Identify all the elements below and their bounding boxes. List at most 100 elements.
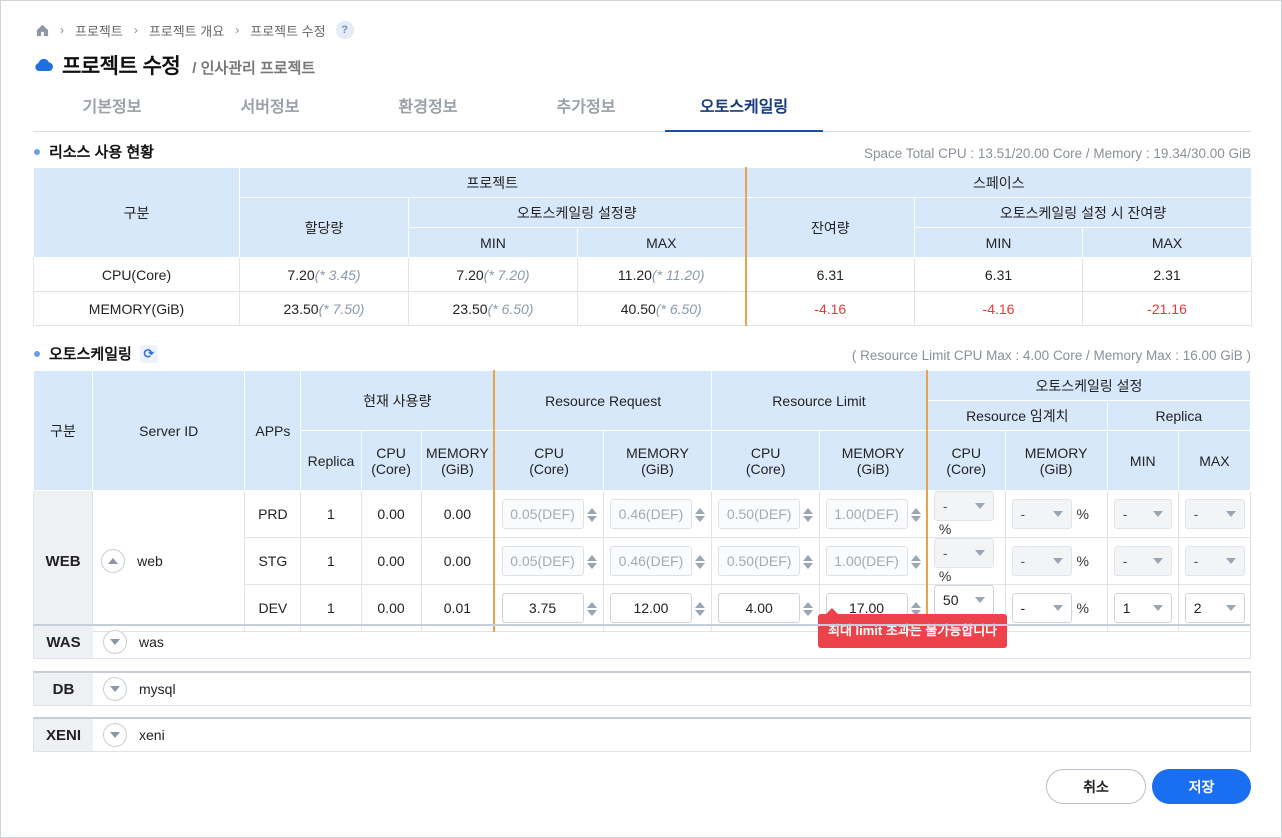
cell: 23.50(* 6.50) [408, 291, 578, 326]
cell: 7.20(* 3.45) [239, 257, 409, 292]
threshold-cpu-select[interactable]: 50 [933, 585, 994, 615]
chevron-down-icon [1052, 558, 1063, 564]
col-gubun: 구분 [33, 167, 240, 258]
replica-max-select[interactable]: - [1184, 546, 1245, 576]
stepper-icon[interactable] [694, 555, 705, 570]
stepper-icon[interactable] [910, 555, 921, 570]
limit-memory-input[interactable]: 1.00(DEF) [825, 546, 908, 576]
cell: 6.31 [914, 257, 1084, 292]
cell: 0.05(DEF) [493, 490, 604, 538]
request-cpu-input[interactable]: 0.05(DEF) [501, 546, 584, 576]
cell: 0.46(DEF) [602, 490, 713, 538]
page-title-area: 프로젝트 수정 / 인사관리 프로젝트 [34, 50, 315, 80]
server-id: xeni [139, 727, 165, 743]
replica-max-select[interactable]: - [1184, 499, 1245, 529]
expand-toggle-icon[interactable] [103, 677, 127, 701]
stepper-icon[interactable] [586, 602, 597, 617]
limit-cpu-input[interactable]: 0.50(DEF) [718, 546, 801, 576]
tab-server-info[interactable]: 서버정보 [191, 88, 349, 132]
breadcrumb-item: 프로젝트 수정 [250, 23, 326, 39]
limit-memory-input[interactable]: 1.00(DEF) [825, 499, 908, 529]
stepper-icon[interactable] [586, 555, 597, 570]
col-limit: Resource Limit [711, 370, 928, 431]
limit-cpu-input[interactable]: 4.00 [718, 593, 801, 623]
replica-min-select[interactable]: - [1113, 499, 1172, 529]
stepper-icon[interactable] [586, 508, 597, 523]
cell: 1.00(DEF) [819, 490, 928, 538]
help-icon[interactable]: ? [335, 21, 354, 39]
group-row-db[interactable]: DB mysql [33, 671, 1251, 706]
group-row-xeni[interactable]: XENI xeni [33, 717, 1251, 752]
replica-min-select[interactable]: 1 [1113, 593, 1172, 623]
request-memory-input[interactable]: 0.46(DEF) [609, 546, 692, 576]
resource-section-title: 리소스 사용 현황 [34, 141, 154, 162]
col-cpu: CPU (Core) [925, 430, 1006, 491]
stepper-icon[interactable] [803, 602, 814, 617]
limit-cpu-input[interactable]: 0.50(DEF) [718, 499, 801, 529]
value: 23.50 [283, 300, 319, 317]
tab-extra-info[interactable]: 추가정보 [507, 88, 665, 132]
cancel-button[interactable]: 취소 [1046, 769, 1146, 804]
col-as-remain: 오토스케일링 설정 시 잔여량 [914, 197, 1253, 228]
breadcrumb-item[interactable]: 프로젝트 [75, 21, 123, 40]
tab-autoscaling[interactable]: 오토스케일링 [665, 88, 823, 132]
stepper-icon[interactable] [910, 508, 921, 523]
bullet-icon [34, 148, 40, 155]
bullet-icon [34, 350, 40, 357]
replica-max-select[interactable]: 2 [1184, 593, 1245, 623]
chevron-down-icon [1225, 605, 1236, 611]
col-replica: Replica [300, 430, 362, 491]
refresh-icon[interactable]: ⟳ [139, 344, 158, 363]
group-name: WEB [32, 490, 94, 632]
threshold-memory-select[interactable]: - [1011, 546, 1072, 576]
expand-toggle-icon[interactable] [103, 630, 127, 654]
cell: 23.50(* 7.50) [239, 291, 409, 326]
stepper-icon[interactable] [803, 508, 814, 523]
tab-basic-info[interactable]: 기본정보 [33, 88, 191, 132]
replica-value: 1 [300, 490, 362, 538]
value: 11.20 [617, 266, 652, 283]
stepper-icon[interactable] [803, 555, 814, 570]
stepper-icon[interactable] [694, 508, 705, 523]
value-note: (* 11.20) [651, 266, 705, 283]
group-row-was[interactable]: WAS was [33, 624, 1251, 659]
home-icon[interactable] [36, 24, 49, 37]
chevron-right-icon: › [133, 23, 138, 37]
cell: -4.16 [914, 291, 1084, 326]
request-cpu-input[interactable]: 0.05(DEF) [501, 499, 584, 529]
chevron-down-icon [1052, 511, 1063, 517]
row-label: MEMORY(GiB) [33, 291, 240, 326]
cpu-usage: 0.00 [360, 537, 422, 585]
breadcrumb-item[interactable]: 프로젝트 개요 [149, 21, 224, 40]
col-as-setting: 오토스케일링 설정 [925, 370, 1251, 401]
stepper-icon[interactable] [694, 602, 705, 617]
cell: -4.16 [744, 291, 916, 326]
mem-usage: 0.00 [420, 490, 495, 538]
chevron-down-icon [1225, 558, 1236, 564]
chevron-right-icon: › [235, 23, 240, 37]
col-cpu: CPU (Core) [360, 430, 422, 491]
expand-toggle-icon[interactable] [103, 723, 127, 747]
col-min: MIN [1106, 430, 1179, 491]
threshold-cpu-select[interactable]: - [933, 538, 994, 568]
replica-min-select[interactable]: - [1113, 546, 1172, 576]
threshold-cpu-select[interactable]: - [933, 491, 994, 521]
col-server-id: Server ID [92, 370, 246, 491]
cell: 6.31 [744, 257, 916, 292]
col-usage: 현재 사용량 [300, 370, 495, 431]
cell: 2.31 [1082, 257, 1253, 292]
threshold-memory-select[interactable]: - [1011, 499, 1072, 529]
save-button[interactable]: 저장 [1152, 769, 1251, 804]
request-memory-input[interactable]: 12.00 [609, 593, 692, 623]
autoscale-section-title: 오토스케일링 ⟳ [34, 343, 158, 364]
threshold-memory-select[interactable]: - [1011, 593, 1072, 623]
col-max: MAX [1082, 227, 1253, 258]
collapse-toggle-icon[interactable] [101, 549, 126, 573]
tab-env-info[interactable]: 환경정보 [349, 88, 507, 132]
chevron-down-icon [974, 550, 985, 556]
col-mem: MEMORY (GiB) [420, 430, 495, 491]
server-id: mysql [139, 681, 176, 697]
request-cpu-input[interactable]: 3.75 [501, 593, 584, 623]
col-apps: APPs [244, 370, 302, 491]
request-memory-input[interactable]: 0.46(DEF) [609, 499, 692, 529]
